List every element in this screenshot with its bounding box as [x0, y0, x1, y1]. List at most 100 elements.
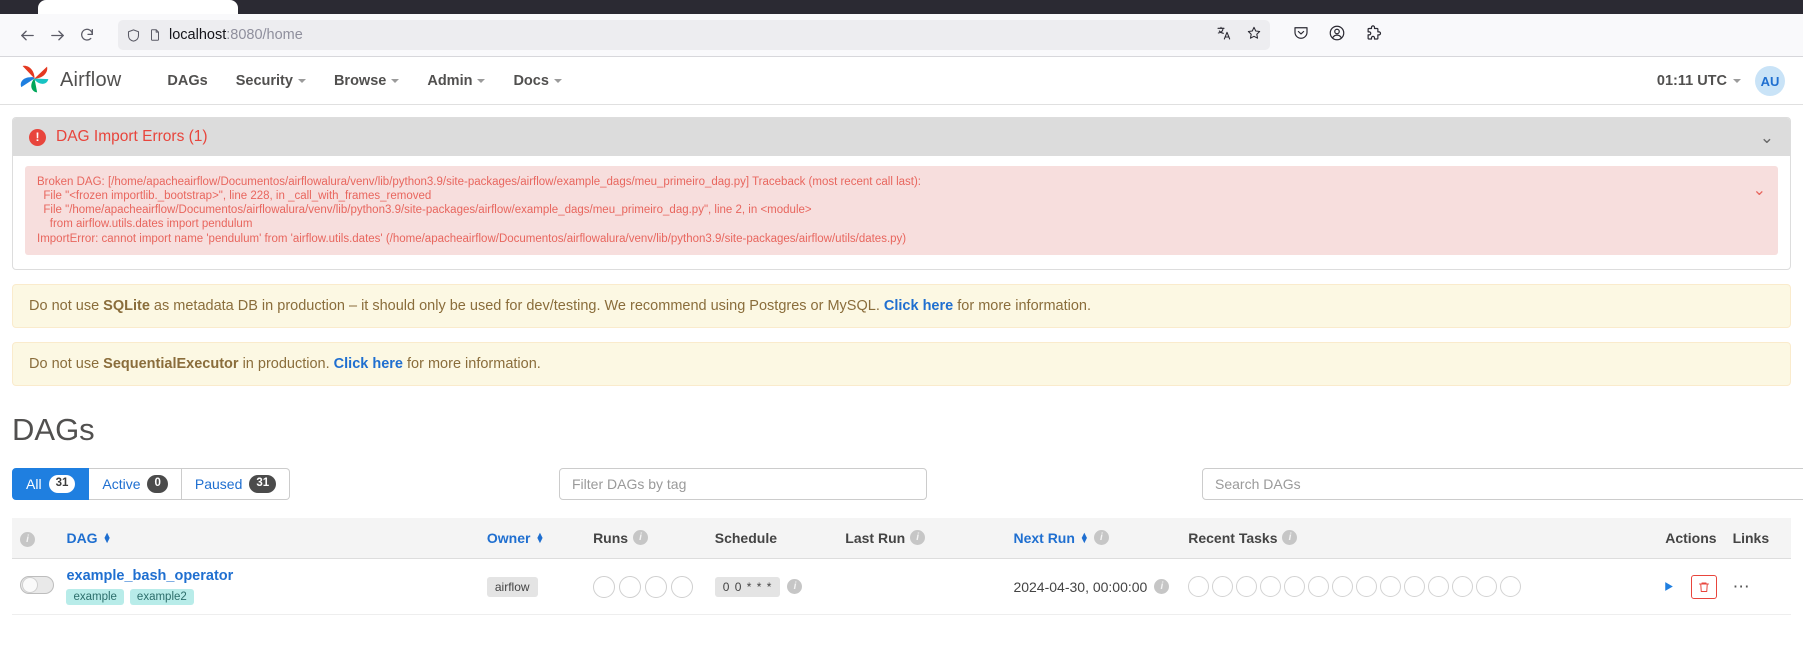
col-label: Links [1732, 529, 1770, 546]
task-status-circle[interactable] [1260, 576, 1282, 598]
sort-icon[interactable]: ▲ ▼ [535, 531, 544, 545]
traceback-box: Broken DAG: [/home/apacheairflow/Documen… [25, 166, 1778, 255]
col-label: Next Run [1013, 529, 1075, 546]
col-schedule: Schedule [706, 517, 838, 560]
filter-count: 31 [48, 474, 76, 493]
cell-next-run: 2024-04-30, 00:00:00 i [1005, 558, 1181, 616]
dag-tag[interactable]: example [66, 589, 124, 606]
translate-icon[interactable] [1216, 25, 1232, 45]
chevron-down-icon[interactable]: ⌄ [1760, 129, 1774, 146]
task-status-circle[interactable] [1308, 576, 1330, 598]
dag-pause-toggle[interactable] [20, 576, 54, 595]
nav-item-dags[interactable]: DAGs [153, 67, 221, 95]
alert-bold: SequentialExecutor [103, 355, 239, 372]
cell-dag: example_bash_operator example example2 [58, 558, 479, 616]
dag-import-errors-title: DAG Import Errors (1) [56, 128, 208, 145]
task-status-circle[interactable] [1236, 576, 1258, 598]
filter-pill-active[interactable]: Active 0 [89, 467, 182, 500]
run-status-circle[interactable] [671, 575, 694, 598]
avatar[interactable]: AU [1755, 66, 1785, 96]
info-icon[interactable]: i [1154, 579, 1170, 595]
tag-filter-input[interactable]: Filter DAGs by tag [559, 467, 927, 500]
chevron-down-icon [297, 78, 306, 83]
account-icon[interactable] [1328, 24, 1346, 47]
dag-import-errors-header[interactable]: ! DAG Import Errors (1) ⌄ [13, 118, 1790, 156]
dag-name-link[interactable]: example_bash_operator [66, 568, 470, 584]
alert-link[interactable]: Click here [334, 356, 403, 372]
info-icon[interactable]: i [1093, 530, 1109, 546]
run-status-circle[interactable] [645, 575, 668, 598]
delete-dag-button[interactable] [1690, 574, 1717, 599]
dags-toolbar: All 31 Active 0 Paused 31 Filter DAGs by… [12, 467, 1803, 500]
nav-item-label: DAGs [167, 72, 208, 89]
info-icon[interactable]: i [20, 532, 35, 548]
traceback-text: Broken DAG: [/home/apacheairflow/Documen… [37, 176, 922, 245]
alert-link[interactable]: Click here [884, 298, 953, 314]
task-status-circle[interactable] [1284, 576, 1306, 598]
forward-arrow-icon[interactable] [42, 20, 72, 50]
pocket-icon[interactable] [1292, 24, 1310, 47]
error-icon: ! [29, 128, 46, 146]
nav-item-security[interactable]: Security [222, 67, 320, 95]
browser-tab[interactable] [38, 0, 238, 14]
dag-import-errors-body: Broken DAG: [/home/apacheairflow/Documen… [13, 156, 1790, 269]
shield-icon [126, 28, 141, 43]
task-status-circle[interactable] [1476, 576, 1498, 598]
run-status-circle[interactable] [593, 575, 616, 598]
col-next-run[interactable]: Next Run ▲ ▼ i [1005, 517, 1181, 560]
info-icon[interactable]: i [1282, 530, 1298, 546]
alert-pre: Do not use [29, 355, 104, 372]
url-host: localhost [169, 27, 227, 43]
nav-item-admin[interactable]: Admin [413, 67, 499, 95]
col-owner[interactable]: Owner ▲ ▼ [478, 517, 586, 560]
task-status-circle[interactable] [1188, 576, 1210, 598]
col-dag[interactable]: DAG ▲ ▼ [58, 517, 479, 560]
task-status-circle[interactable] [1356, 576, 1378, 598]
star-icon[interactable] [1246, 25, 1262, 45]
task-status-circle[interactable] [1500, 576, 1522, 598]
task-status-circle[interactable] [1332, 576, 1354, 598]
filter-label: Active [102, 475, 141, 492]
nav-item-docs[interactable]: Docs [499, 67, 575, 95]
trigger-dag-button[interactable] [1656, 575, 1682, 599]
dag-tag[interactable]: example2 [129, 589, 194, 606]
main-content: ! DAG Import Errors (1) ⌄ Broken DAG: [/… [0, 117, 1803, 616]
table-row: example_bash_operator example example2 a… [12, 558, 1791, 616]
nav-item-browse[interactable]: Browse [320, 67, 413, 95]
alert-post: for more information. [403, 355, 541, 372]
dag-tags: example example2 [66, 589, 470, 606]
task-status-circle[interactable] [1212, 576, 1234, 598]
task-status-circle[interactable] [1428, 576, 1450, 598]
col-label: Owner [486, 529, 531, 546]
back-arrow-icon[interactable] [12, 20, 42, 50]
navbar-right: 01:11 UTC AU [1657, 57, 1785, 105]
ellipsis-icon[interactable]: ⋯ [1733, 577, 1751, 596]
col-label: Schedule [714, 529, 777, 546]
chevron-down-icon[interactable]: ⌄ [1753, 175, 1766, 199]
task-status-circle[interactable] [1380, 576, 1402, 598]
timezone-selector[interactable]: 01:11 UTC [1657, 73, 1741, 89]
sort-icon[interactable]: ▲ ▼ [103, 531, 112, 545]
nav-item-label: Docs [513, 72, 549, 89]
address-bar[interactable]: localhost:8080/home [118, 20, 1270, 50]
search-dags-input[interactable]: Search DAGs [1202, 467, 1803, 500]
info-icon[interactable]: i [787, 579, 803, 595]
airflow-logo-icon [18, 62, 51, 100]
info-icon[interactable]: i [633, 530, 649, 546]
filter-label: Paused [194, 475, 243, 492]
filter-pill-all[interactable]: All 31 [12, 467, 90, 500]
filter-count: 31 [249, 474, 277, 493]
extensions-icon[interactable] [1364, 24, 1382, 47]
chevron-down-icon [391, 78, 400, 83]
info-icon[interactable]: i [910, 530, 926, 546]
filter-pill-paused[interactable]: Paused 31 [181, 467, 291, 500]
task-status-circle[interactable] [1404, 576, 1426, 598]
task-status-circle[interactable] [1452, 576, 1474, 598]
chevron-down-icon [1733, 79, 1741, 83]
sort-icon[interactable]: ▲ ▼ [1080, 531, 1089, 545]
tab-strip [0, 0, 1803, 14]
run-status-circle[interactable] [619, 575, 642, 598]
reload-icon[interactable] [72, 20, 102, 50]
alert-post: for more information. [953, 297, 1092, 314]
brand[interactable]: Airflow [18, 62, 121, 100]
